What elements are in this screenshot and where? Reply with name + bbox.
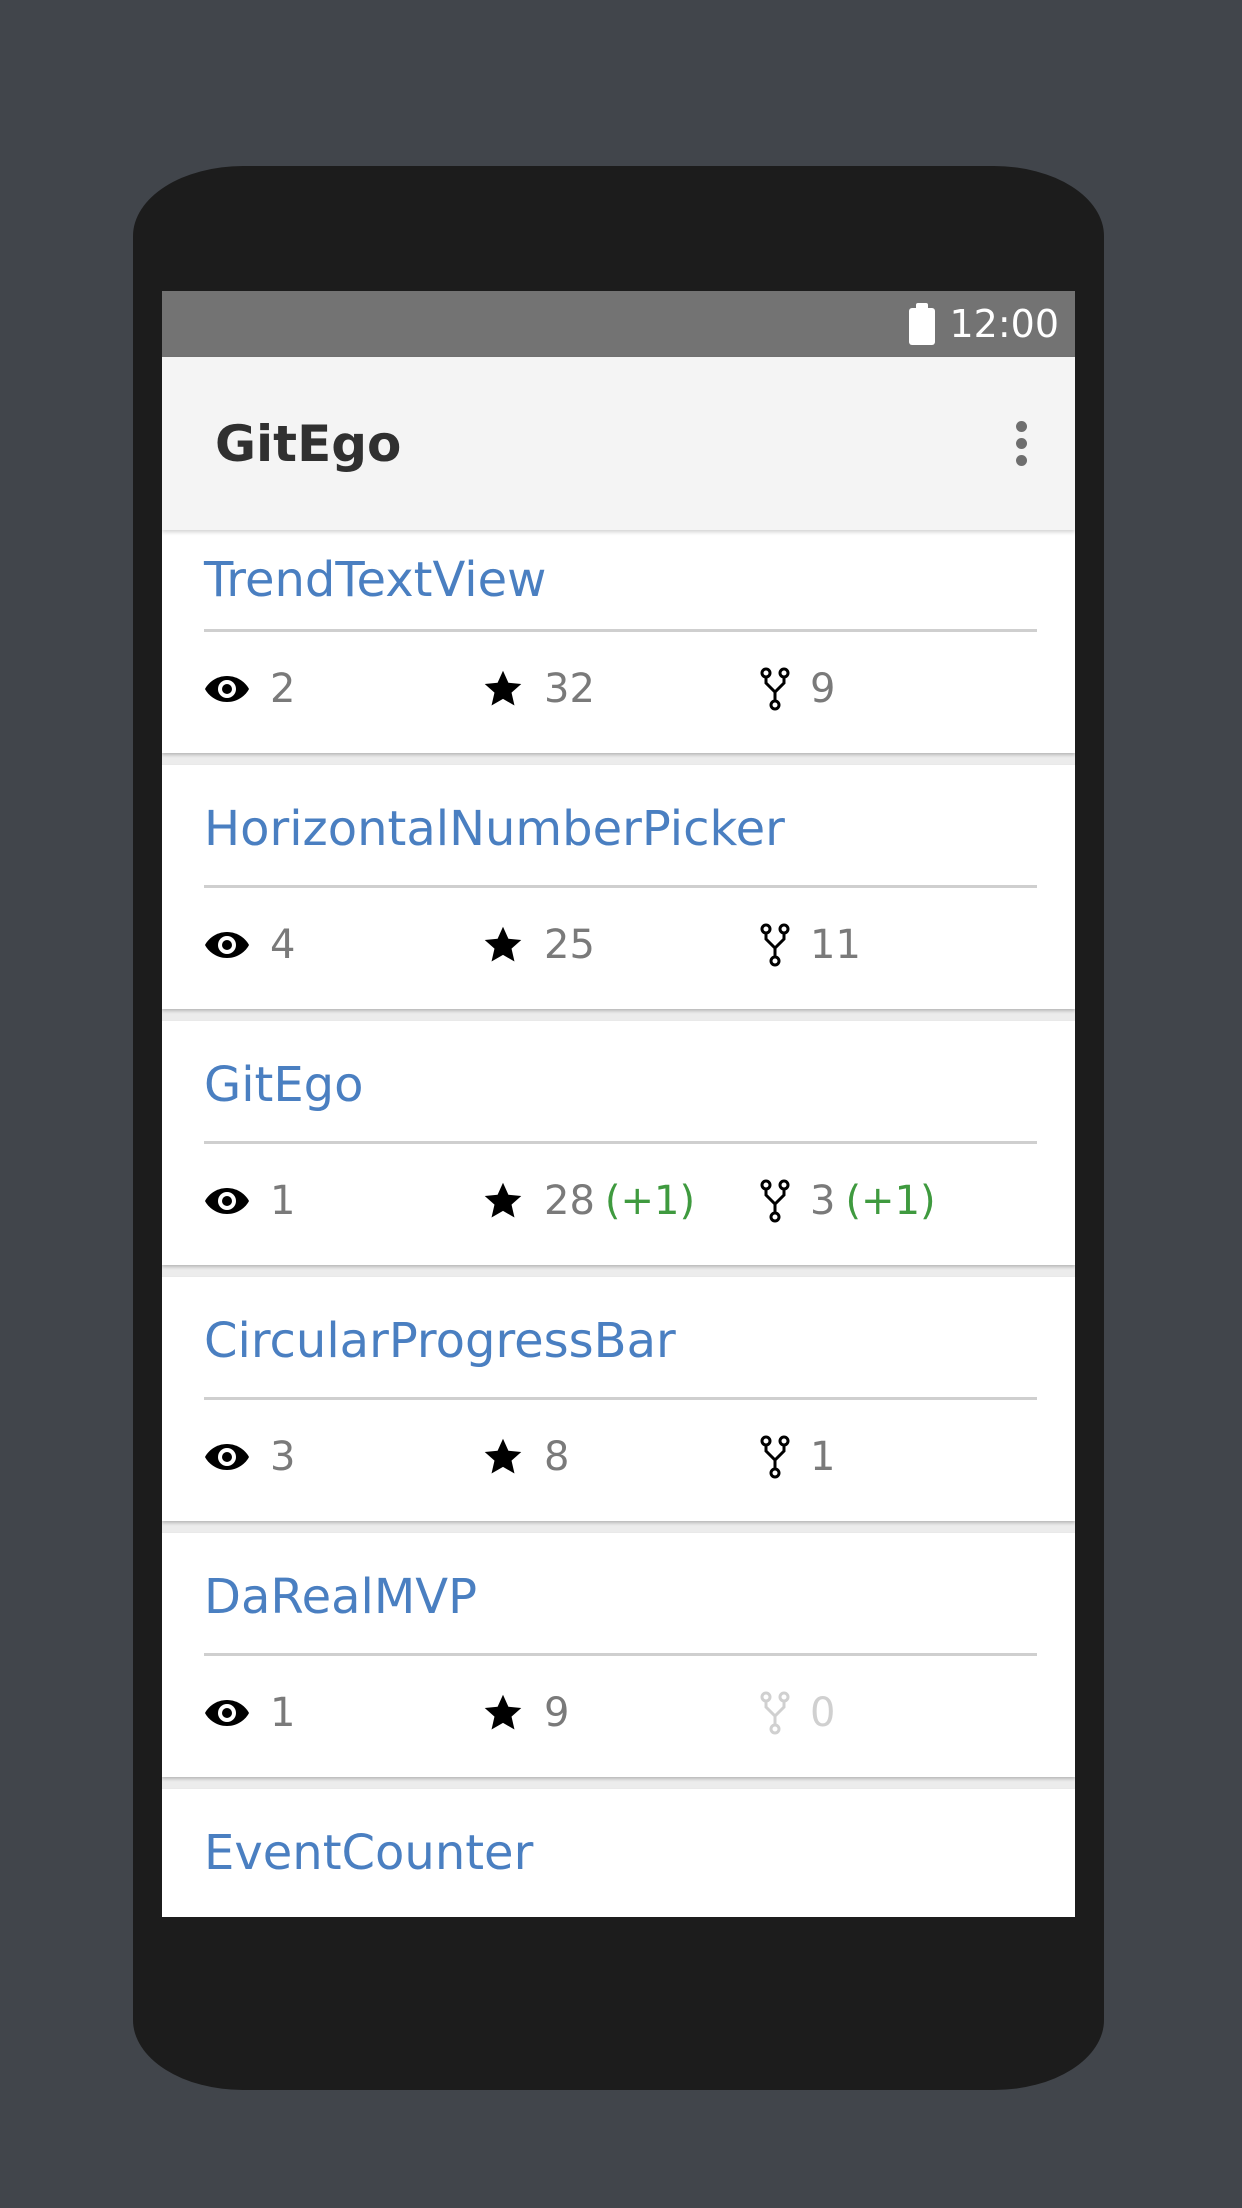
watchers-count: 3 [270, 1434, 296, 1480]
eye-icon [205, 932, 249, 958]
repo-card[interactable]: EventCounter [162, 1789, 1075, 1917]
stars-delta: (+1) [604, 1178, 696, 1224]
star-icon [484, 1182, 522, 1218]
stars-stat: 25 [482, 922, 760, 968]
star-icon [484, 1694, 522, 1730]
repo-card[interactable]: TrendTextView 2 32 9 [162, 530, 1075, 753]
repo-name[interactable]: EventCounter [204, 1789, 1037, 1909]
eye-icon [205, 1444, 249, 1470]
repo-list: TrendTextView 2 32 9 HorizontalNumberPic… [162, 530, 1075, 1917]
screen: 12:00 GitEgo TrendTextView 2 32 9 Horizo… [162, 291, 1075, 1917]
repo-stats: 1 9 0 [204, 1656, 1037, 1770]
watchers-count: 1 [270, 1178, 296, 1224]
star-icon [484, 670, 522, 706]
eye-icon [205, 1188, 249, 1214]
repo-name[interactable]: GitEgo [204, 1021, 1037, 1141]
stars-count: 9 [544, 1690, 570, 1736]
repo-stats: 2 32 9 [204, 632, 1037, 746]
forks-count: 1 [810, 1434, 836, 1480]
repo-card[interactable]: DaRealMVP 1 9 0 [162, 1533, 1075, 1777]
watchers-stat: 4 [204, 922, 482, 968]
forks-stat: 9 [760, 666, 845, 712]
watchers-stat: 3 [204, 1434, 482, 1480]
fork-icon [760, 1179, 790, 1223]
star-icon [484, 1438, 522, 1474]
forks-count: 0 [810, 1690, 836, 1736]
star-icon [484, 926, 522, 962]
stars-count: 32 [544, 666, 595, 712]
forks-count: 9 [810, 666, 836, 712]
app-title: GitEgo [215, 414, 402, 473]
watchers-count: 2 [270, 666, 296, 712]
stars-count: 28 [544, 1178, 595, 1224]
watchers-stat: 1 [204, 1690, 482, 1736]
fork-icon [760, 1691, 790, 1735]
forks-stat: 3 (+1) [760, 1178, 936, 1224]
status-bar: 12:00 [162, 291, 1075, 357]
stars-stat: 8 [482, 1434, 760, 1480]
fork-icon [760, 923, 790, 967]
repo-name[interactable]: TrendTextView [204, 530, 1037, 629]
repo-name[interactable]: CircularProgressBar [204, 1277, 1037, 1397]
eye-icon [205, 1700, 249, 1726]
fork-icon [760, 667, 790, 711]
repo-stats: 1 28 (+1) 3 (+1) [204, 1144, 1037, 1258]
forks-stat: 1 [760, 1434, 845, 1480]
status-time: 12:00 [949, 302, 1059, 346]
repo-card[interactable]: CircularProgressBar 3 8 1 [162, 1277, 1075, 1521]
repo-stats: 3 8 1 [204, 1400, 1037, 1514]
app-bar: GitEgo [162, 357, 1075, 530]
battery-icon [909, 303, 936, 345]
repo-name[interactable]: DaRealMVP [204, 1533, 1037, 1653]
forks-count: 11 [810, 922, 861, 968]
stars-stat: 28 (+1) [482, 1178, 760, 1224]
eye-icon [205, 676, 249, 702]
forks-count: 3 [810, 1178, 836, 1224]
repo-card[interactable]: HorizontalNumberPicker 4 25 11 [162, 765, 1075, 1009]
overflow-menu-button[interactable] [1008, 413, 1035, 474]
watchers-count: 1 [270, 1690, 296, 1736]
forks-stat: 0 [760, 1690, 845, 1736]
stars-count: 8 [544, 1434, 570, 1480]
stars-stat: 9 [482, 1690, 760, 1736]
watchers-stat: 2 [204, 666, 482, 712]
more-vert-icon [1016, 421, 1027, 432]
stars-stat: 32 [482, 666, 760, 712]
watchers-count: 4 [270, 922, 296, 968]
watchers-stat: 1 [204, 1178, 482, 1224]
repo-name[interactable]: HorizontalNumberPicker [204, 765, 1037, 885]
repo-stats: 4 25 11 [204, 888, 1037, 1002]
fork-icon [760, 1435, 790, 1479]
forks-stat: 11 [760, 922, 871, 968]
repo-card[interactable]: GitEgo 1 28 (+1) 3 (+1) [162, 1021, 1075, 1265]
forks-delta: (+1) [845, 1178, 936, 1224]
stars-count: 25 [544, 922, 595, 968]
